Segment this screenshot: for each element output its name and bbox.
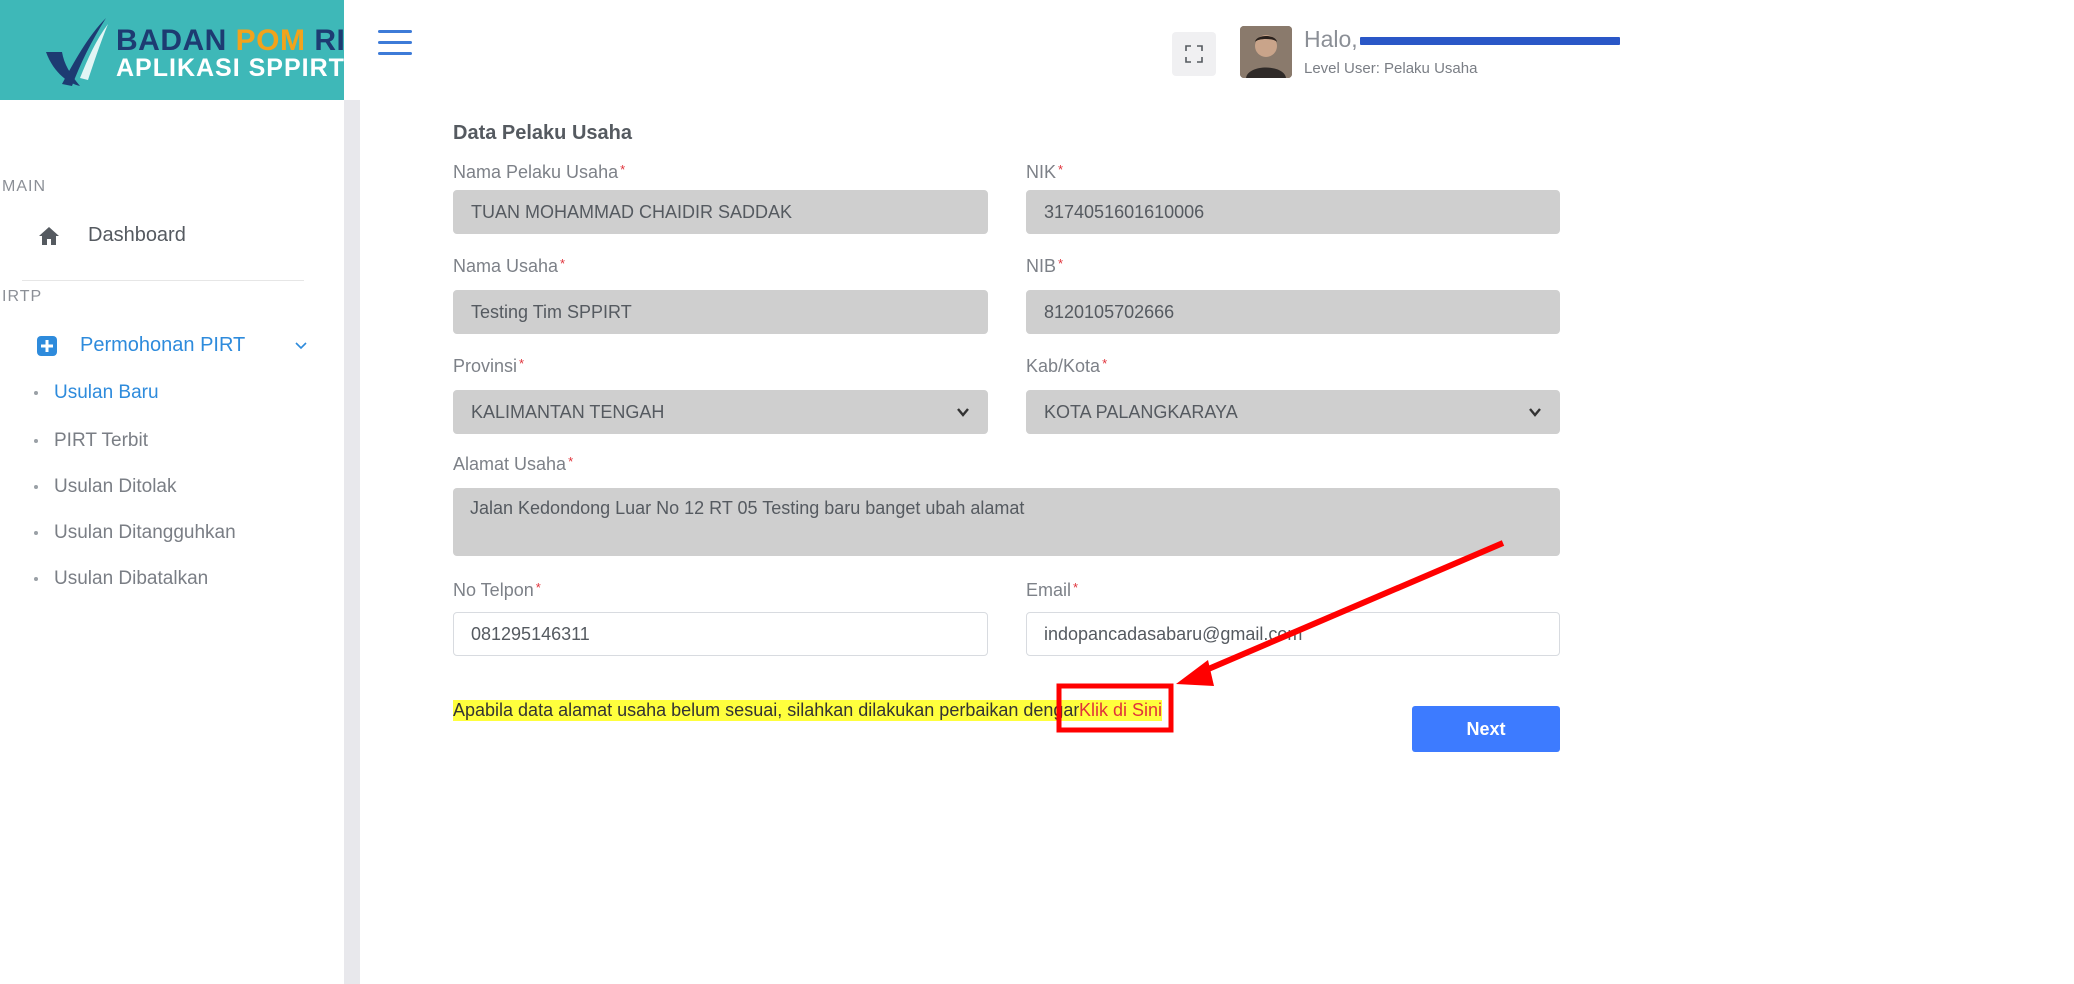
label-nama-usaha: Nama Usaha * [453,256,566,276]
sidebar-item-label: Dashboard [88,224,186,246]
label-kabkota: Kab/Kota * [1026,356,1108,376]
email-input[interactable]: indopancadasabaru@gmail.com [1026,612,1560,656]
user-greeting[interactable]: Halo, [1304,26,1620,53]
chevron-down-icon [957,408,969,417]
alamat-usaha-textarea[interactable]: Jalan Kedondong Luar No 12 RT 05 Testing… [453,488,1560,556]
home-icon [39,226,59,245]
label-nama-pelaku: Nama Pelaku Usaha * [453,162,626,182]
fix-address-link[interactable]: Klik di Sini [1079,700,1163,721]
fullscreen-icon [1185,45,1203,63]
sidebar-item-label: Permohonan PIRT [80,334,246,356]
next-button[interactable]: Next [1412,706,1560,752]
brand-subtitle: APLIKASI SPPIRT [116,54,345,82]
address-notice-text: Apabila data alamat usaha belum sesuai, … [453,700,1084,721]
provinsi-select[interactable]: KALIMANTAN TENGAH [453,390,988,434]
label-alamat-usaha: Alamat Usaha * [453,454,574,474]
fullscreen-button[interactable] [1172,32,1216,76]
label-nik: NIK * [1026,162,1064,182]
label-nib: NIB * [1026,256,1064,276]
section-title: Data Pelaku Usaha [453,122,632,144]
sidebar: BADAN POM RI APLIKASI SPPIRT MAIN Dashbo… [0,0,346,984]
main-content: Data Pelaku Usaha Nama Pelaku Usaha * TUA… [360,100,2074,984]
label-email: Email * [1026,580,1079,600]
user-level: Level User: Pelaku Usaha [1304,60,1478,77]
content-gutter [344,100,360,984]
menu-toggle-icon[interactable] [378,30,412,60]
sidebar-subitem-usulan-baru[interactable]: Usulan Baru [34,382,159,404]
user-name-redacted [1359,36,1620,45]
sidebar-subitem-pirt-terbit[interactable]: PIRT Terbit [34,430,148,452]
kabkota-select[interactable]: KOTA PALANGKARAYA [1026,390,1560,434]
nib-field[interactable]: 8120105702666 [1026,290,1560,334]
sidebar-item-dashboard[interactable]: Dashboard [38,224,186,247]
sidebar-heading-main: MAIN [2,178,46,195]
user-photo-icon [1240,26,1292,78]
sidebar-divider [22,280,304,281]
avatar[interactable] [1240,26,1292,78]
sidebar-subitem-usulan-ditangguhkan[interactable]: Usulan Ditangguhkan [34,522,236,544]
sidebar-heading-irtp: IRTP [2,288,43,305]
nama-pelaku-field[interactable]: TUAN MOHAMMAD CHAIDIR SADDAK [453,190,988,234]
sidebar-item-permohonan-pirt[interactable]: Permohonan PIRT [36,334,308,357]
nik-field[interactable]: 3174051601610006 [1026,190,1560,234]
sidebar-subitem-usulan-ditolak[interactable]: Usulan Ditolak [34,476,177,498]
sidebar-subitem-usulan-dibatalkan[interactable]: Usulan Dibatalkan [34,568,208,590]
brand-header[interactable]: BADAN POM RI APLIKASI SPPIRT [0,0,346,100]
chevron-down-icon [295,341,307,349]
chevron-down-icon [1529,408,1541,417]
no-telpon-input[interactable]: 081295146311 [453,612,988,656]
label-provinsi: Provinsi * [453,356,525,376]
badan-pom-logo-icon [46,18,108,86]
top-header: Halo, Level User: Pelaku Usaha [344,0,2074,100]
plus-square-icon [37,335,57,356]
brand-title: BADAN POM RI [116,24,346,57]
label-no-telpon: No Telpon * [453,580,541,600]
nama-usaha-field[interactable]: Testing Tim SPPIRT [453,290,988,334]
